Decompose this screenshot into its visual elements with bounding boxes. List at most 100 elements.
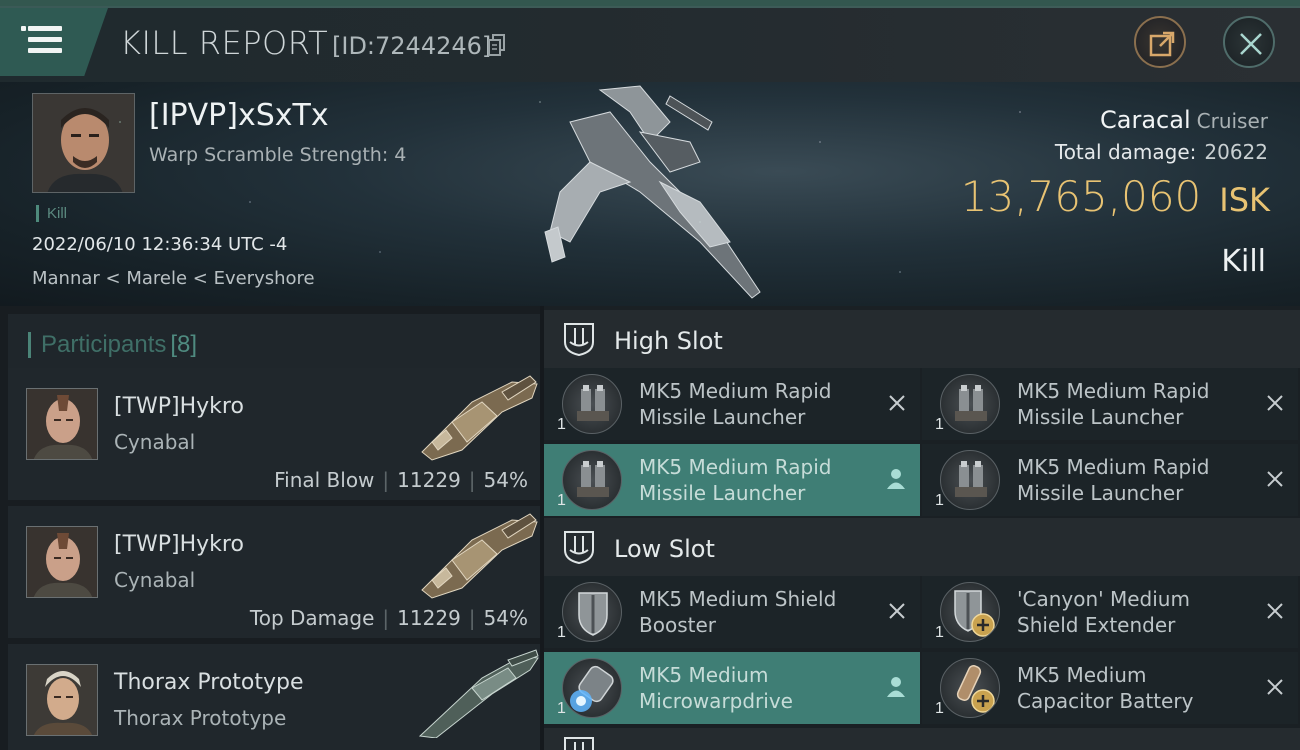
module-name: MK5 Medium Rapid Missile Launcher [639, 379, 832, 429]
module-item[interactable]: 1 MK5 Medium Microwarpdrive [544, 652, 920, 724]
victim-portrait[interactable] [32, 93, 135, 193]
module-name: 'Canyon' Medium Shield Extender [1017, 587, 1190, 637]
dropped-user-icon [886, 676, 906, 698]
module-name: MK5 Medium Shield Booster [639, 587, 837, 637]
module-quantity: 1 [935, 700, 944, 717]
participant-damage: 11229 [397, 468, 461, 492]
isk-value-line: 13,765,060 ISK [961, 172, 1270, 221]
module-quantity: 1 [557, 492, 566, 509]
missile-launcher-icon [562, 374, 622, 434]
module-item[interactable]: 1 MK5 Medium Shield Booster [544, 576, 920, 648]
module-name: MK5 Medium Rapid Missile Launcher [1017, 379, 1210, 429]
participant-avatar [26, 664, 98, 736]
header-accent-line-2 [0, 6, 1300, 8]
destroyed-x-icon [1266, 394, 1284, 412]
high-slot-icon [562, 322, 596, 357]
menu-icon[interactable] [21, 26, 64, 54]
low-slot-icon [562, 530, 596, 565]
participants-title-text: Participants [41, 331, 167, 358]
victim-name[interactable]: [IPVP]xSxTx [149, 98, 329, 133]
victim-banner: [IPVP]xSxTx Warp Scramble Strength: 4 Ki… [0, 82, 1300, 306]
module-item[interactable]: 1 MK5 Medium Rapid Missile Launcher [544, 444, 920, 516]
participant-name[interactable]: [TWP]Hykro [114, 394, 244, 419]
participant-row[interactable]: [TWP]Hykro Cynabal Final Blow | 11229 | 54% [8, 368, 540, 500]
participant-ship: Cynabal [114, 568, 196, 592]
shield-booster-icon [562, 582, 622, 642]
participant-role: Top Damage [249, 606, 375, 630]
stat-divider: | [382, 606, 390, 630]
destroyed-x-icon [888, 602, 906, 620]
victim-ship-name[interactable]: Caracal [1100, 106, 1191, 134]
participant-ship-image [412, 648, 542, 739]
participant-stats: Top Damage | 11229 | 54% [250, 606, 528, 630]
participant-avatar [26, 526, 98, 598]
module-name: MK5 Medium Capacitor Battery [1017, 663, 1194, 713]
participants-count: [8] [170, 331, 198, 358]
stat-divider: | [468, 606, 476, 630]
victim-ship-class: Cruiser [1196, 109, 1268, 133]
stat-divider: | [382, 468, 390, 492]
isk-unit: ISK [1219, 181, 1270, 219]
missile-launcher-icon [940, 450, 1000, 510]
participant-ship-image [412, 510, 542, 600]
share-button[interactable] [1134, 16, 1186, 68]
high-slot-label: High Slot [614, 327, 723, 355]
module-quantity: 1 [557, 700, 566, 717]
participant-name[interactable]: Thorax Prototype [114, 670, 304, 695]
total-damage: Total damage: 20622 [1055, 140, 1268, 164]
page-title: KILL REPORT [120, 24, 329, 62]
fitting-panel: High Slot 1 MK5 Medium Rapid Missile Lau… [544, 306, 1300, 750]
destroyed-x-icon [888, 394, 906, 412]
kill-location[interactable]: Mannar < Marele < Everyshore [32, 268, 315, 289]
participant-percent: 54% [483, 606, 528, 630]
microwarpdrive-icon [562, 658, 622, 718]
report-id: [ID:7244246] [332, 32, 492, 60]
participants-header: Participants [8] [8, 314, 540, 370]
warp-scramble-strength: Warp Scramble Strength: 4 [149, 144, 407, 166]
top-bar: KILL REPORT [ID:7244246] [0, 0, 1300, 82]
high-slot-header: High Slot [544, 310, 1300, 368]
participant-ship: Thorax Prototype [114, 706, 287, 730]
mid-slot-header [544, 728, 1300, 750]
kill-outcome: Kill [1221, 244, 1266, 279]
participant-damage: 11229 [397, 606, 461, 630]
participant-role: Final Blow [274, 468, 375, 492]
destroyed-x-icon [1266, 470, 1284, 488]
shield-extender-icon [940, 582, 1000, 642]
copy-icon[interactable] [488, 34, 506, 56]
close-icon [1240, 33, 1262, 55]
module-quantity: 1 [935, 492, 944, 509]
isk-value: 13,765,060 [960, 172, 1202, 221]
participant-stats: Final Blow | 11229 | 54% [274, 468, 528, 492]
destroyed-x-icon [1266, 602, 1284, 620]
participant-row[interactable]: [TWP]Hykro Cynabal Top Damage | 11229 | 54% [8, 506, 540, 638]
module-name: MK5 Medium Rapid Missile Launcher [1017, 455, 1210, 505]
module-item[interactable]: 1 MK5 Medium Rapid Missile Launcher [922, 368, 1298, 440]
module-name: MK5 Medium Microwarpdrive [639, 663, 793, 713]
destroyed-x-icon [1266, 678, 1284, 696]
low-slot-header: Low Slot [544, 518, 1300, 576]
participants-title: Participants [8] [28, 332, 197, 358]
module-item[interactable]: 1 'Canyon' Medium Shield Extender [922, 576, 1298, 648]
participant-ship-image [412, 372, 542, 462]
module-item[interactable]: 1 MK5 Medium Rapid Missile Launcher [922, 444, 1298, 516]
kill-datetime: 2022/06/10 12:36:34 UTC -4 [32, 234, 288, 255]
module-quantity: 1 [557, 624, 566, 641]
victim-ship-line: Caracal Cruiser [1100, 106, 1268, 134]
participant-ship: Cynabal [114, 430, 196, 454]
stat-divider: | [468, 468, 476, 492]
participant-avatar [26, 388, 98, 460]
share-icon [1149, 31, 1175, 57]
participant-name[interactable]: [TWP]Hykro [114, 532, 244, 557]
module-quantity: 1 [557, 416, 566, 433]
module-item[interactable]: 1 MK5 Medium Rapid Missile Launcher [544, 368, 920, 440]
missile-launcher-icon [940, 374, 1000, 434]
module-item[interactable]: 1 MK5 Medium Capacitor Battery [922, 652, 1298, 724]
kill-type-tag: Kill [36, 205, 67, 222]
close-button[interactable] [1223, 16, 1275, 68]
total-damage-value: 20622 [1204, 140, 1268, 164]
participant-row[interactable]: Thorax Prototype Thorax Prototype [8, 644, 540, 750]
module-quantity: 1 [935, 416, 944, 433]
total-damage-label: Total damage: [1054, 140, 1197, 164]
capacitor-battery-icon [940, 658, 1000, 718]
